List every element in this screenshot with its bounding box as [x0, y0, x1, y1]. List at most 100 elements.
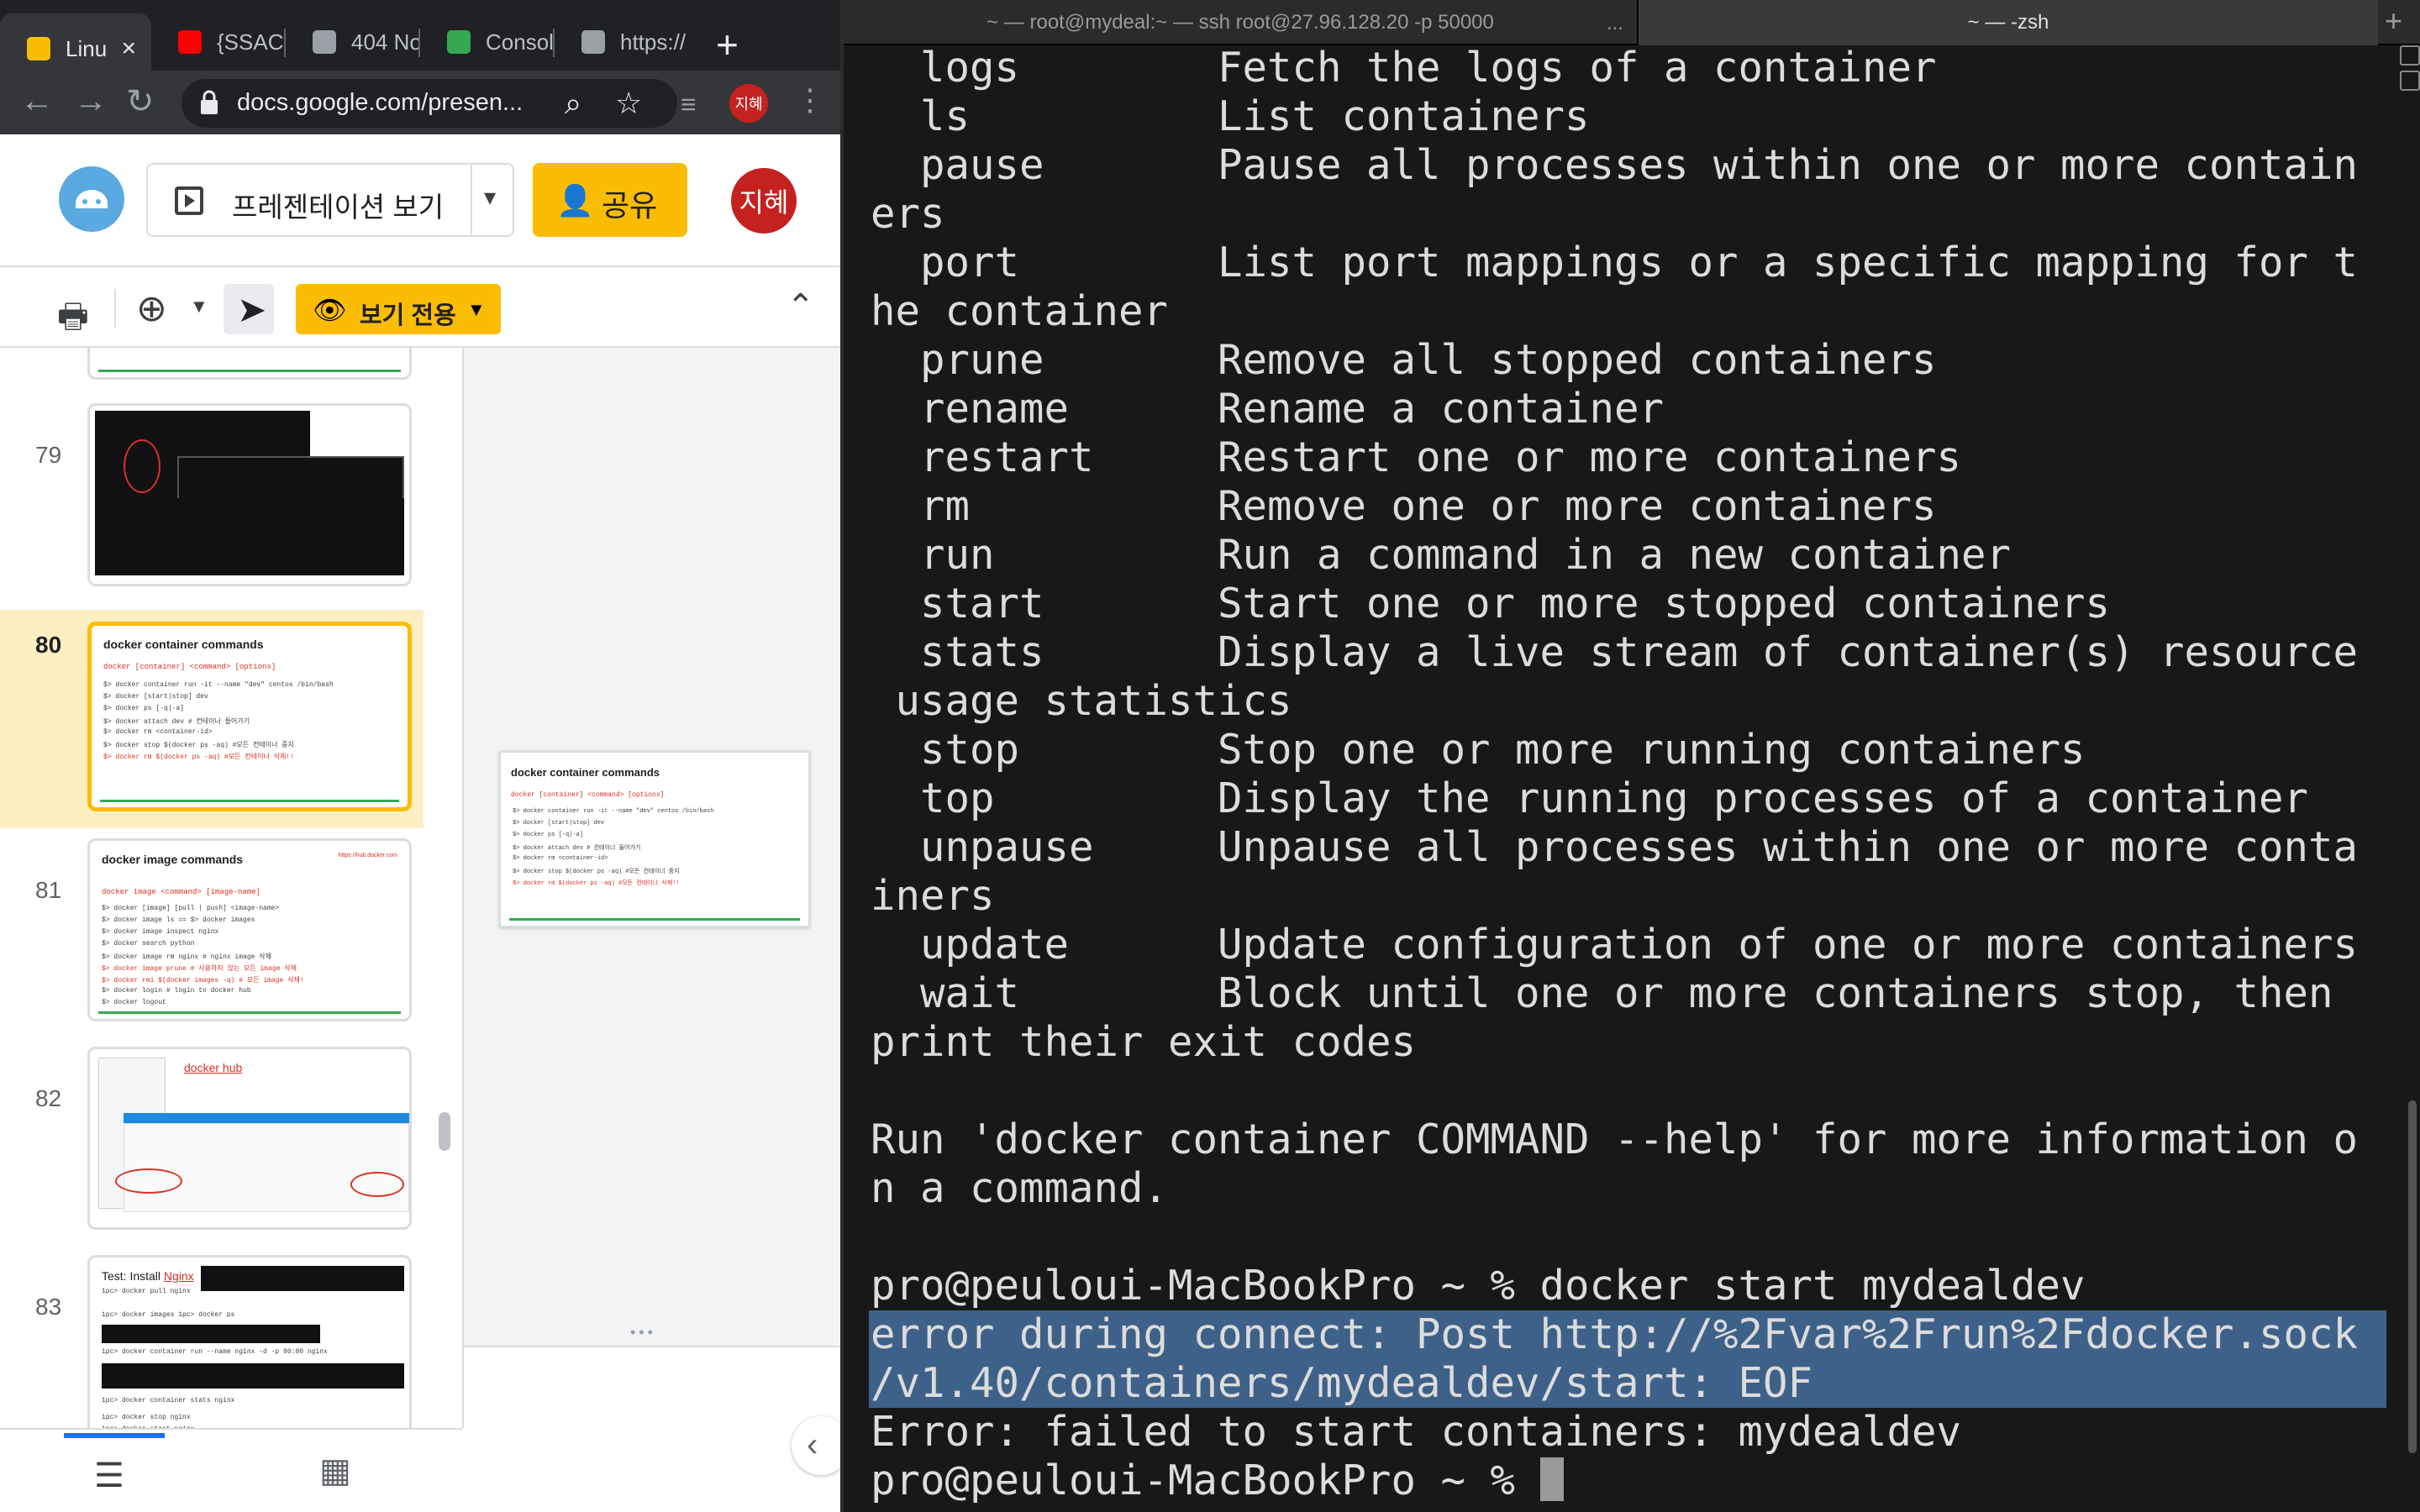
- browser-tab[interactable]: Consol: [420, 17, 555, 67]
- slide-thumbnail-79[interactable]: [87, 403, 412, 586]
- back-arrow-icon[interactable]: ←: [20, 82, 54, 120]
- chevron-down-icon[interactable]: ▾: [484, 183, 496, 211]
- slide-footer-line: [100, 800, 399, 802]
- terminal-screenshot: [95, 498, 404, 575]
- slide-thumbnail-81[interactable]: docker image commands https://hub.docker…: [87, 838, 412, 1021]
- thumb-line: 1pc> docker pull nginx: [102, 1288, 191, 1295]
- main-slide-subtitle: docker [container] <command> [options]: [511, 791, 665, 799]
- close-tab-icon[interactable]: ×: [121, 34, 136, 63]
- main-slide-title: docker container commands: [511, 766, 660, 779]
- thumb-line: $> docker login # login to docker hub: [102, 987, 251, 995]
- slide-footer-line: [98, 1011, 401, 1014]
- thumb-line: 1pc> docker container run --name nginx -…: [102, 1348, 328, 1356]
- thumb-line: $> docker search python: [102, 940, 195, 948]
- tab-overflow[interactable]: ...: [1607, 12, 1623, 35]
- browser-tab[interactable]: 404 No: [286, 17, 420, 67]
- screenshot-bar: [124, 1113, 409, 1123]
- slide-row-82[interactable]: 82 docker hub: [0, 1030, 424, 1230]
- bookmark-star-icon[interactable]: ☆: [615, 86, 642, 121]
- terminal-line: rm Remove one or more containers: [871, 482, 1937, 530]
- present-button[interactable]: 프레젠테이션 보기 ▾: [146, 163, 514, 237]
- terminal-line: run Run a command in a new container: [871, 531, 2012, 579]
- slide-row-83[interactable]: 83 Test: Install Nginx 1pc> docker pull …: [0, 1238, 424, 1428]
- chevron-left-icon: ‹: [807, 1426, 818, 1463]
- terminal-line-selected: /v1.40/containers/mydealdev/start: EOF: [869, 1359, 2386, 1408]
- filmstrip-scrollbar[interactable]: [439, 1112, 450, 1151]
- youtube-icon: [178, 30, 202, 54]
- slide-row-80[interactable]: 80 docker container commands docker [con…: [0, 610, 424, 828]
- chrome-menu-icon[interactable]: ⋮: [795, 82, 825, 118]
- side-panel-toggle[interactable]: ‹: [792, 1416, 840, 1475]
- browser-tab-label: {SSAC: [217, 29, 284, 55]
- main-slide-canvas[interactable]: docker container commands docker [contai…: [499, 751, 810, 927]
- profile-avatar[interactable]: 지혜: [729, 84, 768, 123]
- terminal-line: top Display the running processes of a c…: [871, 774, 2309, 822]
- slide-thumbnail-82[interactable]: docker hub: [87, 1047, 412, 1230]
- app-logo-icon[interactable]: [59, 166, 124, 232]
- new-tab-plus-icon[interactable]: +: [716, 22, 739, 67]
- terminal-line: n a command.: [871, 1164, 1169, 1212]
- terminal-output[interactable]: logs Fetch the logs of a container ls Li…: [869, 44, 2391, 1505]
- slide-footer-line: [509, 918, 800, 921]
- filmstrip-view-button[interactable]: ☰: [64, 1433, 165, 1512]
- terminal-tab-ssh[interactable]: ~ — root@mydeal:~ — ssh root@27.96.128.2…: [844, 0, 1637, 45]
- terminal-tab-bar: ~ — root@mydeal:~ — ssh root@27.96.128.2…: [844, 0, 2420, 45]
- address-bar[interactable]: docs.google.com/presen... ⌕ ☆: [182, 79, 677, 128]
- browser-toolbar: ← → ↻ docs.google.com/presen... ⌕ ☆ ≡ 지혜…: [0, 71, 840, 134]
- slide-filmstrip[interactable]: 79 80 docker container commands docker […: [0, 348, 462, 1428]
- slide-row-79[interactable]: 79: [0, 386, 424, 586]
- lock-person-icon: 👤: [556, 183, 594, 218]
- thumb-line: $> docker ps [-q|-a]: [513, 832, 584, 838]
- thumb-link: https://hub.docker.com: [338, 853, 397, 858]
- share-button[interactable]: 👤 공유: [533, 163, 687, 237]
- select-tool-button[interactable]: ➤: [224, 284, 274, 334]
- globe-icon: [581, 30, 605, 54]
- terminal-line: pro@peuloui-MacBookPro ~ % docker start …: [871, 1262, 2086, 1310]
- zoom-magnifier-icon[interactable]: ⌕: [565, 86, 581, 122]
- thumb-line: $> docker image ls == $> docker images: [102, 916, 255, 924]
- cursor-arrow-icon: ➤: [237, 290, 267, 329]
- terminal-line: rename Rename a container: [871, 385, 1665, 433]
- thumb-line: $> docker rm <container-id>: [513, 855, 608, 862]
- url-text: docs.google.com/presen...: [237, 89, 523, 116]
- terminal-line: start Start one or more stopped containe…: [871, 580, 2111, 627]
- notes-resize-handle[interactable]: •••: [630, 1324, 656, 1341]
- browser-tab[interactable]: {SSAC: [151, 17, 286, 67]
- slide-row-81[interactable]: 81 docker image commands https://hub.doc…: [0, 822, 424, 1021]
- slide-thumbnail-83[interactable]: Test: Install Nginx 1pc> docker pull ngi…: [87, 1255, 412, 1428]
- reading-list-icon[interactable]: ≡: [681, 89, 697, 120]
- terminal-line: print their exit codes: [871, 1018, 1417, 1066]
- speaker-notes[interactable]: [464, 1346, 840, 1428]
- collapse-chevron-icon[interactable]: ⌃: [786, 287, 815, 326]
- slide-thumbnail[interactable]: [87, 348, 412, 380]
- slide-footer-line: [98, 370, 401, 372]
- slide-row[interactable]: [0, 348, 424, 380]
- new-tab-plus-icon[interactable]: +: [2385, 3, 2402, 39]
- eye-icon: 👁: [313, 295, 347, 325]
- terminal-line: he container: [871, 287, 1169, 335]
- zoom-icon[interactable]: ⊕: [136, 287, 167, 330]
- terminal-line: ls List containers: [871, 92, 1590, 140]
- forward-arrow-icon[interactable]: →: [74, 82, 108, 120]
- present-divider: [471, 165, 472, 235]
- reload-icon[interactable]: ↻: [126, 82, 155, 121]
- scroll-indicator-icon: [2400, 45, 2420, 66]
- slide-thumbnail-80[interactable]: docker container commands docker [contai…: [87, 622, 412, 811]
- terminal-line: usage statistics: [871, 677, 1292, 725]
- grid-view-icon[interactable]: ▦: [319, 1452, 351, 1490]
- thumb-line: $> docker image prune # 사용하지 않는 모든 image…: [102, 965, 297, 973]
- browser-tab[interactable]: https://: [555, 17, 697, 67]
- thumb-line: $> docker [start|stop] dev: [513, 820, 605, 827]
- print-icon[interactable]: 🖶: [57, 292, 89, 349]
- thumb-line: $> docker stop $(docker ps -aq) #모든 컨테이너…: [513, 869, 680, 875]
- thumb-line: $> docker [image] [pull | push] <image-n…: [102, 905, 280, 912]
- zoom-chevron-icon[interactable]: ▼: [190, 296, 208, 318]
- terminal-scrollbar[interactable]: [2408, 1100, 2417, 1453]
- thumb-subtitle: docker image <command> [image-name]: [102, 888, 261, 896]
- terminal-tab-zsh[interactable]: ~ — -zsh: [1639, 0, 2378, 45]
- user-avatar[interactable]: 지혜: [731, 168, 797, 234]
- terminal-line: port List port mappings or a specific ma…: [871, 239, 2359, 286]
- view-mode-button[interactable]: 👁 보기 전용 ▼: [296, 284, 501, 334]
